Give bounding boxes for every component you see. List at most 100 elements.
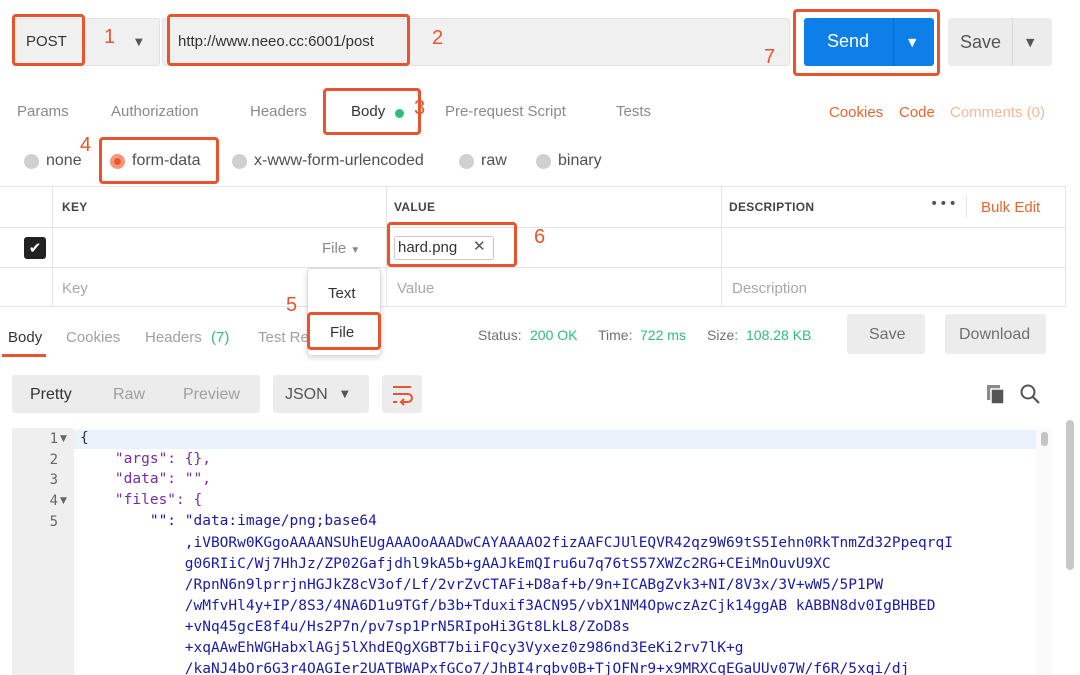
code-link[interactable]: Code xyxy=(899,104,935,121)
cookies-link[interactable]: Cookies xyxy=(829,104,883,121)
annotation-box-url xyxy=(167,14,410,66)
download-label: Download xyxy=(959,326,1031,343)
editor-scrollbar[interactable] xyxy=(1036,428,1052,675)
column-header-description: DESCRIPTION xyxy=(729,200,815,214)
table-border xyxy=(721,186,722,306)
fold-toggle-icon[interactable]: ▼ xyxy=(60,434,67,444)
code-line: "data": "", xyxy=(80,471,211,487)
value-input[interactable]: Value xyxy=(397,280,434,297)
response-tab-tests[interactable]: Test Re xyxy=(258,329,309,346)
code-line: g06RIiC/Wj7HhJz/ZP02Gafjdhl9kA5b+gAAJkEm… xyxy=(80,556,831,572)
tab-authorization[interactable]: Authorization xyxy=(111,103,199,120)
status-label: Status: xyxy=(478,327,522,343)
page-scrollbar-thumb[interactable] xyxy=(1066,420,1074,570)
annotation-box-method xyxy=(12,14,85,66)
chevron-down-icon: ▼ xyxy=(350,245,361,256)
row-enabled-checkbox[interactable]: ✔ xyxy=(24,237,46,259)
annotation-number: 7 xyxy=(764,46,776,68)
table-border xyxy=(1065,186,1066,306)
column-header-key: KEY xyxy=(62,200,88,214)
status-value: 200 OK xyxy=(530,327,578,343)
table-border xyxy=(966,196,967,218)
code-line: { xyxy=(80,430,89,446)
radio-urlencoded[interactable] xyxy=(232,154,247,169)
annotation-number: 5 xyxy=(286,294,298,316)
tab-tests[interactable]: Tests xyxy=(616,103,651,120)
radio-raw[interactable] xyxy=(459,154,474,169)
response-headers-count: (7) xyxy=(211,329,230,346)
fold-toggle-icon[interactable]: ▼ xyxy=(60,496,67,506)
annotation-box-form-data xyxy=(99,137,219,184)
annotation-box-send xyxy=(793,9,940,76)
editor-scrollbar-thumb[interactable] xyxy=(1041,432,1048,446)
key-input[interactable]: Key xyxy=(62,280,88,297)
code-line: /kaNJ4bOr6G3r4OAGIer2UATBWAPxfGCo7/JhBI4… xyxy=(80,661,910,675)
type-select-label: File xyxy=(322,240,347,257)
wrap-lines-icon xyxy=(393,386,413,406)
column-header-value: VALUE xyxy=(394,200,436,214)
line-number: 1 xyxy=(49,431,58,447)
annotation-box-file-value xyxy=(387,222,517,267)
view-tab-preview[interactable]: Preview xyxy=(183,386,240,404)
annotation-box-body-tab xyxy=(323,88,421,135)
code-line: /wMfvHl4y+IP/8S3/4NA6D1u9TGf/b3b+Tduxif3… xyxy=(80,598,936,614)
code-line: /RpnN6n9lprrjnHGJkZ8cV3of/Lf/2vrZvCTAFi+… xyxy=(80,577,884,593)
size-label: Size: xyxy=(707,327,739,343)
radio-raw-label: raw xyxy=(481,152,507,169)
active-tab-underline xyxy=(2,354,46,357)
annotation-number: 6 xyxy=(534,226,546,248)
bulk-edit-link[interactable]: Bulk Edit xyxy=(981,199,1040,216)
comments-link[interactable]: Comments (0) xyxy=(950,104,1045,121)
annotation-number: 4 xyxy=(80,134,92,156)
radio-none-label: none xyxy=(46,152,82,169)
chevron-down-icon[interactable]: ▼ xyxy=(135,37,143,48)
radio-binary[interactable] xyxy=(536,154,551,169)
table-border xyxy=(0,186,1066,187)
save-options-chevron-icon[interactable]: ▼ xyxy=(1026,36,1034,49)
code-line: "files": { xyxy=(80,492,203,508)
save-divider xyxy=(1012,18,1013,66)
view-tab-raw[interactable]: Raw xyxy=(113,386,145,404)
search-icon[interactable] xyxy=(1019,383,1041,405)
line-number: 4 xyxy=(49,493,58,509)
type-select[interactable]: File ▼ xyxy=(322,240,360,257)
annotation-number: 2 xyxy=(432,27,444,49)
save-request-label: Save xyxy=(960,32,1002,52)
description-input[interactable]: Description xyxy=(732,280,807,297)
save-response-label: Save xyxy=(869,326,906,343)
code-line: "args": {}, xyxy=(80,451,211,467)
code-line: ,iVBORw0KGgoAAAANSUhEUgAAAOoAAADwCAYAAAA… xyxy=(80,535,953,551)
format-label: JSON xyxy=(285,386,328,403)
table-border xyxy=(0,227,1066,228)
table-border xyxy=(52,186,53,306)
response-tab-body[interactable]: Body xyxy=(8,329,42,346)
radio-urlencoded-label: x-www-form-urlencoded xyxy=(254,152,424,169)
copy-icon[interactable] xyxy=(986,384,1006,406)
annotation-number: 3 xyxy=(414,97,426,119)
response-tab-cookies[interactable]: Cookies xyxy=(66,329,120,346)
size-value: 108.28 KB xyxy=(746,327,812,343)
wrap-lines-button[interactable] xyxy=(382,375,422,413)
table-border xyxy=(0,306,1066,307)
response-tab-headers[interactable]: Headers xyxy=(145,329,202,346)
tab-params[interactable]: Params xyxy=(17,103,69,120)
time-value: 722 ms xyxy=(640,327,686,343)
view-tab-pretty[interactable]: Pretty xyxy=(30,386,72,404)
tab-headers[interactable]: Headers xyxy=(250,103,307,120)
line-number: 5 xyxy=(49,514,58,530)
annotation-box-file-option xyxy=(307,312,381,350)
chevron-down-icon: ▼ xyxy=(341,389,349,400)
line-number: 3 xyxy=(49,472,58,488)
radio-binary-label: binary xyxy=(558,152,602,169)
tab-pre-request-script[interactable]: Pre-request Script xyxy=(445,103,566,120)
dropdown-item-text[interactable]: Text xyxy=(328,285,356,302)
code-line: +xqAAwEhWGHabxlAGj5lXhdEQgXGBT7biiFQcy3V… xyxy=(80,640,744,656)
more-options-icon[interactable]: ••• xyxy=(930,196,958,212)
code-line: +vNq45gcE8f4u/Hs2P7n/pv7sp1PrN5RIpoHi3Gt… xyxy=(80,619,630,635)
radio-none[interactable] xyxy=(24,154,39,169)
table-border xyxy=(0,267,1066,268)
code-line: "": "data:image/png;base64 xyxy=(80,513,377,529)
active-line-highlight xyxy=(74,430,1036,449)
time-label: Time: xyxy=(598,327,633,343)
annotation-number: 1 xyxy=(104,26,116,48)
